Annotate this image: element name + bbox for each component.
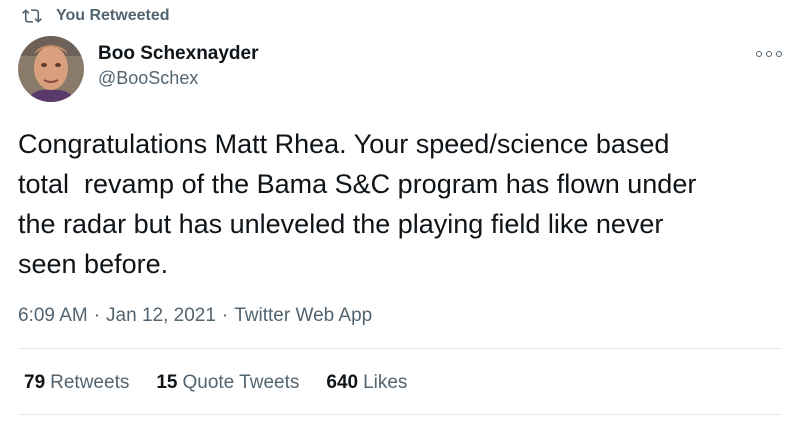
author-handle[interactable]: @BooSchex <box>98 66 259 90</box>
meta-separator: · <box>221 305 229 326</box>
divider <box>18 348 782 349</box>
retweets-label: Retweets <box>50 372 130 393</box>
tweet-header: Boo Schexnayder @BooSchex <box>18 36 788 102</box>
tweet-date[interactable]: Jan 12, 2021 <box>106 303 216 329</box>
avatar-image <box>18 36 84 102</box>
tweet-time[interactable]: 6:09 AM <box>18 303 88 329</box>
likes-count: 640 <box>326 372 359 393</box>
retweet-label: You Retweeted <box>56 7 170 24</box>
retweet-icon <box>22 9 42 23</box>
tweet-stats: 79 Retweets 15 Quote Tweets 640 Likes <box>24 370 434 396</box>
retweet-context: You Retweeted <box>22 4 170 28</box>
retweets-stat[interactable]: 79 Retweets <box>24 370 129 396</box>
author-names: Boo Schexnayder @BooSchex <box>98 42 259 90</box>
likes-label: Likes <box>363 372 408 393</box>
quote-tweets-count: 15 <box>156 372 178 393</box>
quote-tweets-stat[interactable]: 15 Quote Tweets <box>156 370 299 396</box>
tweet-meta: 6:09 AM · Jan 12, 2021 · Twitter Web App <box>18 303 372 329</box>
retweets-count: 79 <box>24 372 46 393</box>
more-options-icon[interactable] <box>756 46 782 62</box>
tweet-source[interactable]: Twitter Web App <box>234 303 372 329</box>
meta-separator: · <box>93 305 101 326</box>
divider <box>18 414 782 415</box>
likes-stat[interactable]: 640 Likes <box>326 370 407 396</box>
tweet-text: Congratulations Matt Rhea. Your speed/sc… <box>18 129 697 279</box>
quote-tweets-label: Quote Tweets <box>182 372 300 393</box>
author-display-name[interactable]: Boo Schexnayder <box>98 42 259 66</box>
user-avatar[interactable] <box>18 36 84 102</box>
